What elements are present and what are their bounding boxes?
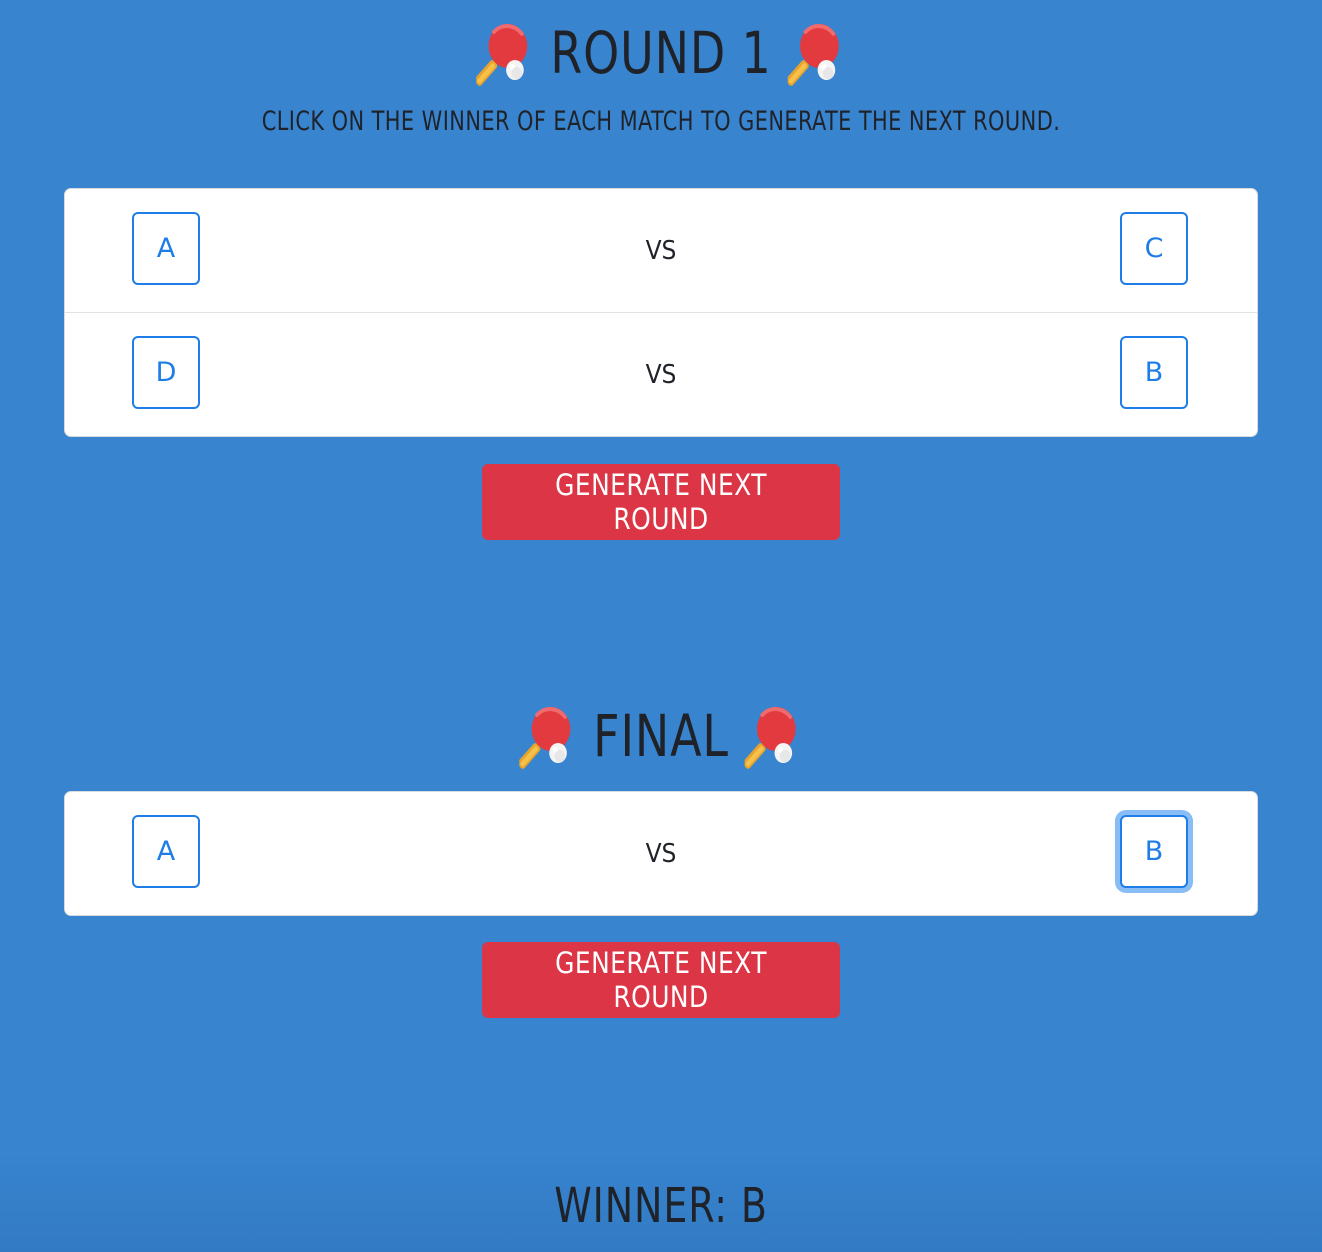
round-1-matches-card: A VS C D VS B — [64, 188, 1258, 437]
player-button-a[interactable]: A — [132, 815, 200, 888]
round-1-title: ROUND 1 — [550, 19, 772, 87]
vs-label: VS — [645, 235, 677, 266]
player-button-d[interactable]: D — [132, 336, 200, 409]
generate-next-round-button[interactable]: GENERATE NEXT ROUND — [482, 464, 840, 540]
ping-pong-paddle-icon — [519, 703, 577, 769]
match-row: A VS C — [65, 189, 1257, 313]
final-title: FINAL — [593, 702, 729, 770]
match-row: D VS B — [65, 313, 1257, 436]
final-matches-card: A VS B — [64, 791, 1258, 916]
vs-label: VS — [645, 838, 677, 869]
final-heading: FINAL — [79, 703, 1242, 769]
generate-button-label: GENERATE NEXT ROUND — [555, 468, 767, 536]
generate-button-label: GENERATE NEXT ROUND — [555, 946, 767, 1014]
winner-label: WINNER: B — [554, 1178, 768, 1234]
player-button-a[interactable]: A — [132, 212, 200, 285]
round-1-heading: ROUND 1 — [79, 20, 1242, 86]
generate-next-round-button[interactable]: GENERATE NEXT ROUND — [482, 942, 840, 1018]
ping-pong-paddle-icon — [476, 20, 534, 86]
round-1-section: ROUND 1 CLICK ON THE WINNER OF EACH MATC… — [0, 20, 1322, 137]
player-button-b[interactable]: B — [1120, 815, 1188, 888]
match-row: A VS B — [65, 792, 1257, 915]
ping-pong-paddle-icon — [745, 703, 803, 769]
player-button-c[interactable]: C — [1120, 212, 1188, 285]
ping-pong-paddle-icon — [788, 20, 846, 86]
final-section: FINAL — [0, 703, 1322, 769]
round-1-instruction: CLICK ON THE WINNER OF EACH MATCH TO GEN… — [261, 106, 1061, 137]
vs-label: VS — [645, 359, 677, 390]
player-button-b[interactable]: B — [1120, 336, 1188, 409]
